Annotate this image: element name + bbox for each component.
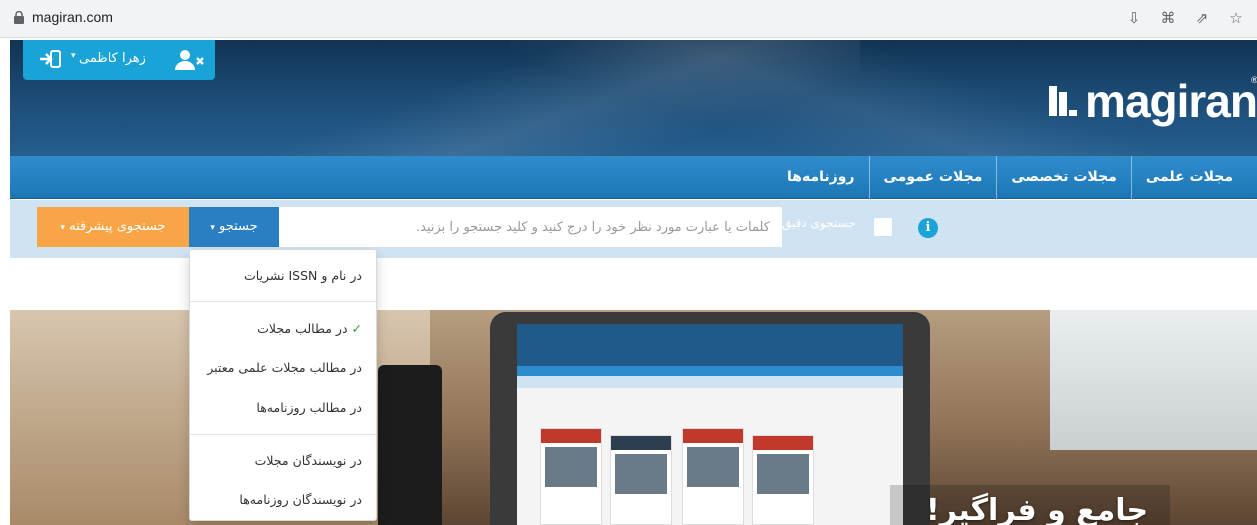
url-text[interactable]: magiran.com — [32, 9, 113, 25]
nav-item-newspapers[interactable]: روزنامه‌ها — [773, 156, 868, 199]
search-input[interactable] — [279, 207, 782, 247]
advanced-search-label: جستجوی پیشرفته — [69, 219, 166, 234]
dropdown-item-label: در مطالب مجلات — [257, 321, 348, 336]
dropdown-item-issn[interactable]: در نام و ISSN نشریات — [244, 268, 362, 283]
browser-address-bar: magiran.com ⇩ ⌘ ⇗ ☆ — [0, 0, 1257, 38]
hero-title: جامع و فراگیر! — [926, 493, 1149, 525]
nav-item-specialized-journals[interactable]: مجلات تخصصی — [996, 156, 1130, 199]
main-nav: مجلات علمی مجلات تخصصی مجلات عمومی روزنا… — [10, 156, 1257, 199]
chevron-down-icon: ▾ — [60, 223, 65, 233]
logout-icon[interactable] — [39, 50, 61, 68]
dropdown-item-newspaper-authors[interactable]: در نویسندگان روزنامه‌ها — [239, 492, 362, 507]
pencil-cup-image — [378, 365, 442, 525]
translate-icon[interactable]: ⌘ — [1159, 9, 1177, 27]
dropdown-item-newspaper-content[interactable]: در مطالب روزنامه‌ها — [256, 400, 362, 415]
advanced-search-button[interactable]: جستجوی پیشرفته ▾ — [37, 207, 189, 247]
chevron-down-icon: ▾ — [71, 51, 76, 61]
logo-registered-mark: ® — [1250, 76, 1257, 86]
dropdown-item-valid-journal-content[interactable]: در مطالب مجلات علمی معتبر — [207, 360, 362, 375]
logo-text: magiran — [1085, 75, 1257, 127]
exact-search-label: جستجوی دقیق — [782, 216, 856, 230]
user-name[interactable]: زهرا کاظمی — [79, 51, 146, 66]
exact-search-checkbox[interactable] — [874, 218, 892, 236]
user-menu[interactable]: ▾ زهرا کاظمی — [23, 40, 215, 80]
dropdown-item-journal-content[interactable]: ✓ در مطالب مجلات — [257, 321, 362, 336]
checkmark-icon: ✓ — [351, 321, 362, 336]
search-scope-dropdown: در نام و ISSN نشریات ✓ در مطالب مجلات در… — [189, 249, 377, 521]
search-button-label: جستجو — [219, 219, 258, 234]
magiran-logo[interactable]: magiran ® — [1047, 75, 1257, 127]
nav-item-general-journals[interactable]: مجلات عمومی — [868, 156, 997, 199]
share-icon[interactable]: ⇗ — [1193, 9, 1211, 27]
bookmark-star-icon[interactable]: ☆ — [1227, 9, 1245, 27]
window-image — [1050, 310, 1257, 450]
lock-icon — [14, 11, 24, 24]
install-icon[interactable]: ⇩ — [1125, 9, 1143, 27]
logo-mark-icon — [1049, 86, 1078, 116]
site-header: ▾ زهرا کاظمی magiran ® — [10, 40, 1257, 156]
dropdown-item-journal-authors[interactable]: در نویسندگان مجلات — [255, 453, 362, 468]
user-remove-icon — [175, 50, 204, 70]
chevron-down-icon: ▾ — [210, 223, 215, 233]
search-button[interactable]: جستجو ▾ — [189, 207, 279, 247]
info-icon[interactable]: i — [918, 218, 938, 238]
nav-item-scientific-journals[interactable]: مجلات علمی — [1130, 156, 1247, 199]
